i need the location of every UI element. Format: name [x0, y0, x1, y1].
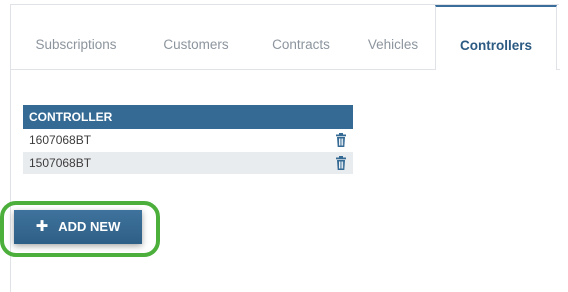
trash-icon[interactable]: [335, 133, 347, 147]
table-row: 1507068BT: [23, 152, 353, 175]
trash-icon[interactable]: [335, 156, 347, 170]
controller-id: 1507068BT: [29, 156, 92, 170]
plus-icon: ✚: [35, 218, 49, 235]
table-header-controller: CONTROLLER: [23, 105, 353, 129]
tab-contracts[interactable]: Contracts: [251, 5, 351, 69]
controller-id: 1607068BT: [29, 133, 92, 147]
add-new-label: ADD NEW: [58, 219, 121, 234]
tab-bar: Subscriptions Customers Contracts Vehicl…: [11, 5, 560, 70]
tab-vehicles[interactable]: Vehicles: [351, 5, 435, 69]
add-new-button[interactable]: ✚ ADD NEW: [14, 210, 142, 244]
tab-subscriptions[interactable]: Subscriptions: [11, 5, 141, 69]
tab-customers[interactable]: Customers: [141, 5, 251, 69]
table-row: 1607068BT: [23, 129, 353, 152]
tab-controllers[interactable]: Controllers: [435, 5, 557, 70]
controller-table: CONTROLLER 1607068BT 1507068BT: [23, 105, 353, 175]
